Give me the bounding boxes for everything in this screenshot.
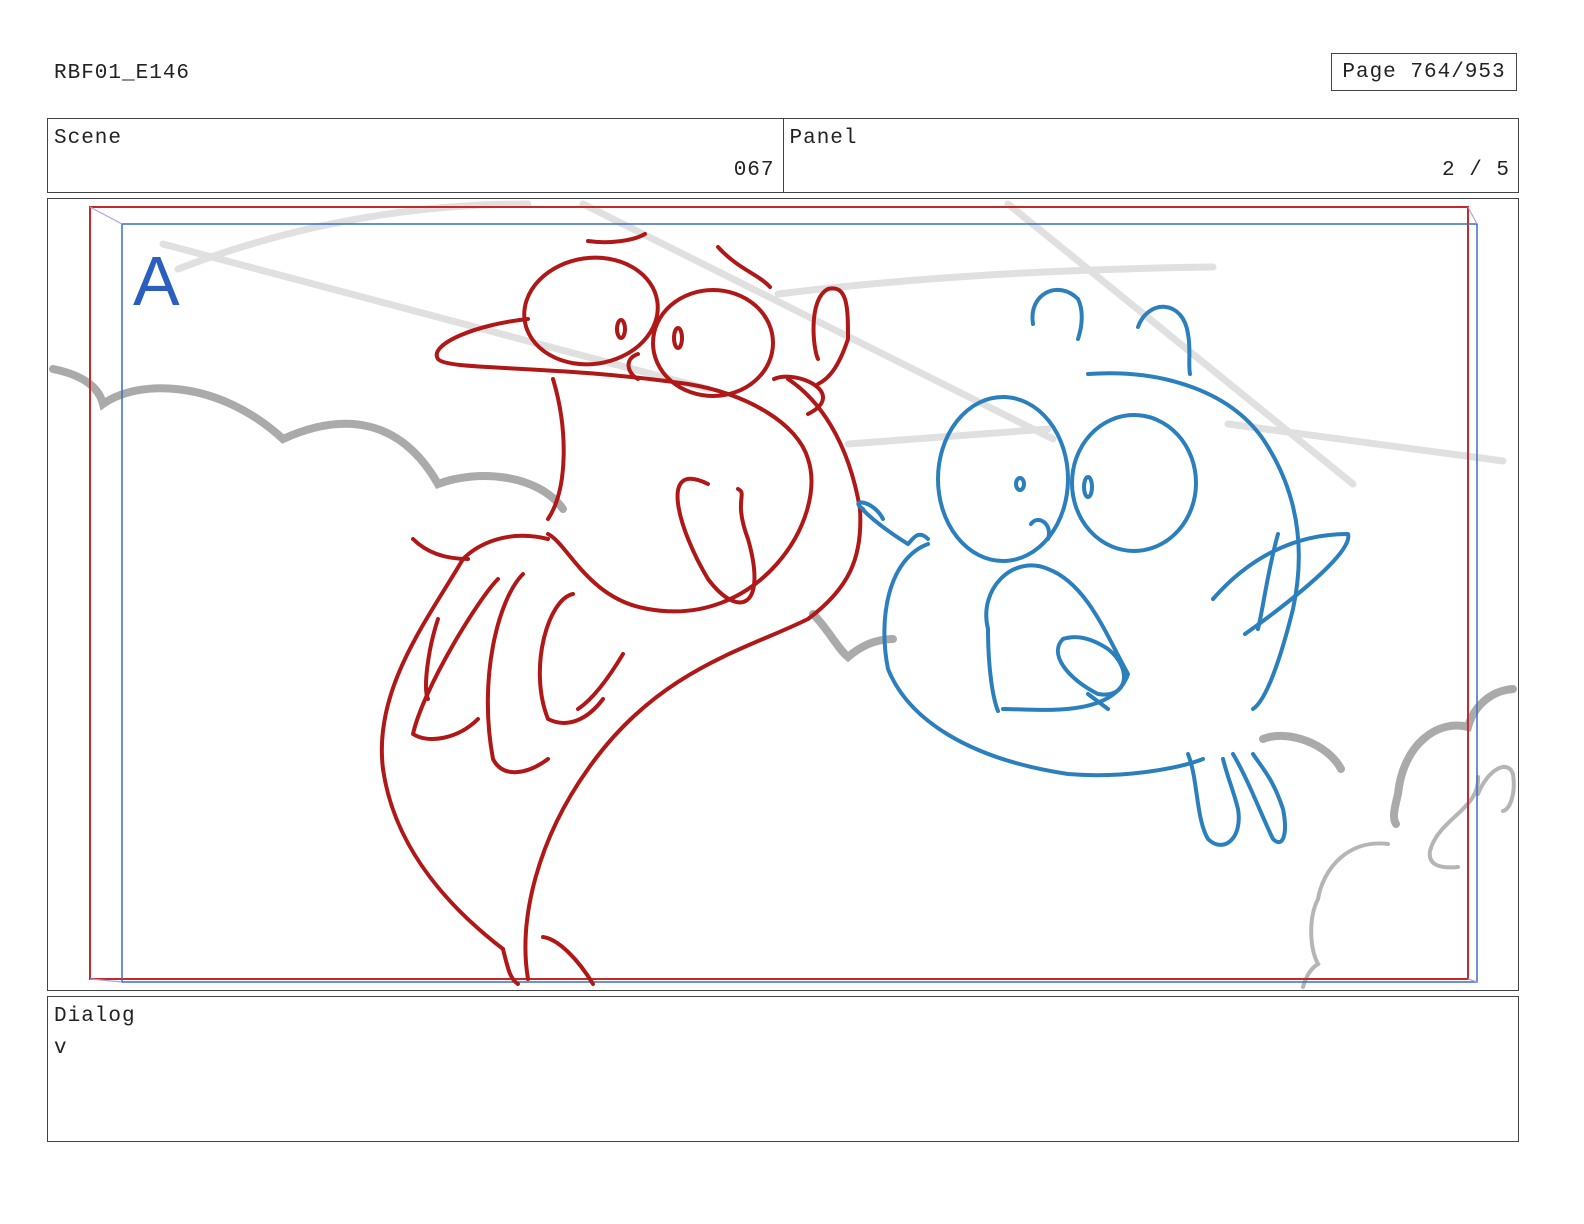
panel-cell: Panel 2 / 5 bbox=[782, 119, 1519, 192]
page-counter: Page 764/953 bbox=[1331, 53, 1517, 91]
scene-panel-info: Scene 067 Panel 2 / 5 bbox=[47, 118, 1519, 193]
red-character bbox=[379, 232, 863, 986]
safe-frame-red bbox=[89, 206, 1469, 980]
dialog-text: v bbox=[54, 1037, 68, 1060]
panel-marker: A bbox=[133, 242, 180, 320]
scene-label: Scene bbox=[54, 127, 123, 150]
dialog-label: Dialog bbox=[54, 1005, 136, 1028]
panel-label: Panel bbox=[789, 127, 858, 150]
scene-number: 067 bbox=[733, 159, 775, 182]
safe-frame-blue bbox=[121, 223, 1478, 983]
page-counter-text: Page 764/953 bbox=[1342, 60, 1506, 84]
speed-lines bbox=[159, 200, 1507, 488]
dialog-box: Dialog v bbox=[47, 996, 1519, 1142]
clouds-thin bbox=[1301, 764, 1516, 989]
blue-character bbox=[856, 287, 1351, 847]
panel-sketch: A bbox=[49, 200, 1517, 989]
panel-number: 2 / 5 bbox=[1441, 159, 1510, 182]
episode-id: RBF01_E146 bbox=[54, 62, 191, 85]
scene-cell: Scene 067 bbox=[48, 119, 783, 192]
storyboard-panel: A bbox=[47, 198, 1519, 991]
